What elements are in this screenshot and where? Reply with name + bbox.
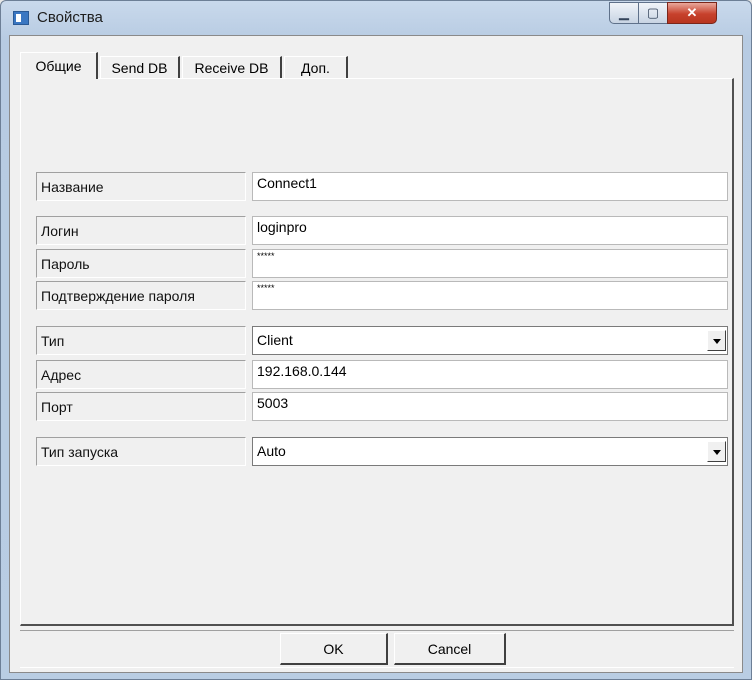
start-type-label: Тип запуска	[36, 437, 246, 466]
minimize-button[interactable]: ▁	[609, 2, 639, 24]
tab-general[interactable]: Общие	[20, 52, 98, 79]
confirm-password-label: Подтверждение пароля	[36, 281, 246, 310]
chevron-down-icon[interactable]	[707, 330, 726, 351]
address-label: Адрес	[36, 360, 246, 389]
port-row: Порт 5003	[36, 392, 728, 421]
name-row: Название Connect1	[36, 172, 728, 201]
start-type-select[interactable]: Auto	[252, 437, 728, 466]
login-row: Логин loginpro	[36, 216, 728, 245]
port-field[interactable]: 5003	[252, 392, 728, 421]
password-row: Пароль *****	[36, 249, 728, 278]
address-field[interactable]: 192.168.0.144	[252, 360, 728, 389]
chevron-down-icon[interactable]	[707, 441, 726, 462]
type-select-value: Client	[257, 332, 293, 348]
dialog-client-area: Общие Send DB Receive DB Доп. Название C…	[9, 35, 743, 673]
tab-send-db[interactable]: Send DB	[100, 56, 180, 78]
ok-button[interactable]: OK	[280, 633, 388, 665]
maximize-icon: ▢	[646, 5, 660, 20]
close-button[interactable]: ✕	[667, 2, 717, 24]
login-label: Логин	[36, 216, 246, 245]
properties-window: Свойства ▁ ▢ ✕ Общие Send DB Receive DB …	[0, 0, 752, 680]
confirm-password-row: Подтверждение пароля *****	[36, 281, 728, 310]
start-type-select-value: Auto	[257, 443, 286, 459]
confirm-password-field[interactable]: *****	[252, 281, 728, 310]
tab-extra[interactable]: Доп.	[284, 56, 348, 78]
close-icon: ✕	[686, 5, 698, 20]
window-title: Свойства	[37, 9, 103, 26]
password-field[interactable]: *****	[252, 249, 728, 278]
password-label: Пароль	[36, 249, 246, 278]
type-label: Тип	[36, 326, 246, 355]
cancel-button[interactable]: Cancel	[394, 633, 506, 665]
address-row: Адрес 192.168.0.144	[36, 360, 728, 389]
name-label: Название	[36, 172, 246, 201]
minimize-icon: ▁	[619, 5, 629, 20]
title-bar[interactable]: Свойства ▁ ▢ ✕	[1, 1, 751, 35]
type-row: Тип Client	[36, 326, 728, 355]
tab-receive-db[interactable]: Receive DB	[182, 56, 282, 78]
login-field[interactable]: loginpro	[252, 216, 728, 245]
name-field[interactable]: Connect1	[252, 172, 728, 201]
type-select[interactable]: Client	[252, 326, 728, 355]
app-icon	[13, 11, 29, 25]
maximize-button[interactable]: ▢	[638, 2, 668, 24]
start-type-row: Тип запуска Auto	[36, 437, 728, 466]
port-label: Порт	[36, 392, 246, 421]
button-bar: OK Cancel	[20, 630, 734, 668]
